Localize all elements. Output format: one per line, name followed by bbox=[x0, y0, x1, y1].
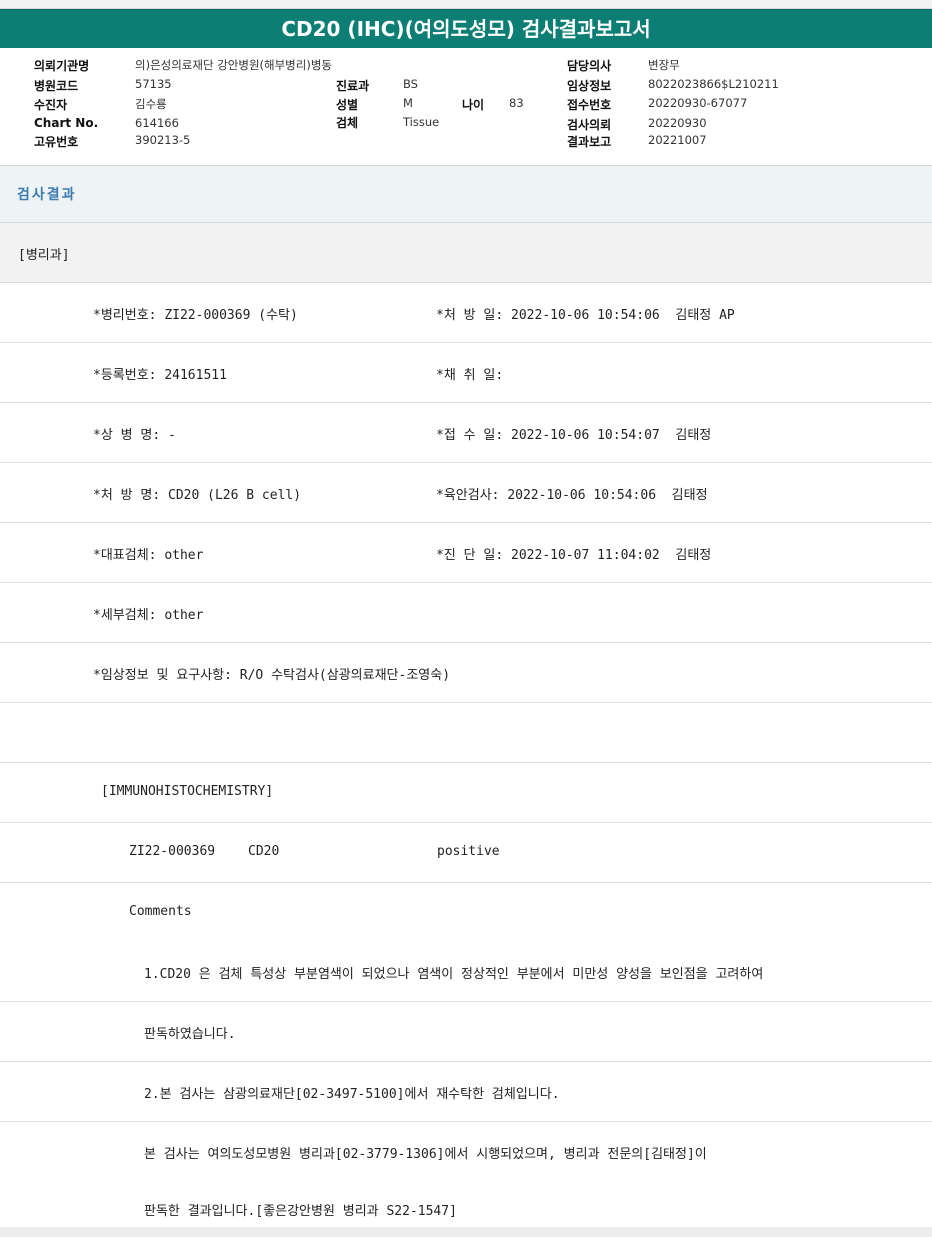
comment-line: 판독하였습니다. bbox=[0, 1002, 932, 1062]
hospital-code-value: 57135 bbox=[135, 77, 172, 91]
report-title: CD20 (IHC)(여의도성모) 검사결과보고서 bbox=[0, 9, 932, 49]
blank-row bbox=[0, 703, 932, 763]
specimen-value: Tissue bbox=[403, 115, 440, 129]
department-label: 진료과 bbox=[336, 79, 370, 93]
row-left-text: *상 병 명: - bbox=[93, 428, 176, 443]
receipt-no-value: 20220930-67077 bbox=[648, 96, 748, 110]
ihc-header-row: [IMMUNOHISTOCHEMISTRY] bbox=[0, 763, 932, 823]
comment-line: 2.본 검사는 삼광의료재단[02-3497-5100]에서 재수탁한 검체입니… bbox=[0, 1062, 932, 1122]
department-name: [병리과] bbox=[18, 248, 70, 263]
report-date-value: 20221007 bbox=[648, 133, 707, 147]
unique-no-value: 390213-5 bbox=[135, 133, 191, 147]
clinical-info-value: 8022023866$L210211 bbox=[648, 77, 779, 91]
comments-label: Comments bbox=[129, 904, 192, 919]
ihc-result: positive bbox=[437, 844, 500, 859]
patient-label: 수진자 bbox=[34, 98, 68, 112]
comment-text: 판독하였습니다. bbox=[144, 1027, 236, 1042]
comment-line: 1.CD20 은 검체 특성상 부분염색이 되었으나 염색이 정상적인 부분에서… bbox=[0, 942, 932, 1002]
result-row: *등록번호: 24161511 *채 취 일: bbox=[0, 343, 932, 403]
comment-text: 1.CD20 은 검체 특성상 부분염색이 되었으나 염색이 정상적인 부분에서… bbox=[144, 967, 764, 982]
ihc-result-row: ZI22-000369 CD20 positive bbox=[0, 823, 932, 883]
chart-no-value: 614166 bbox=[135, 116, 179, 130]
doctor-value: 변장무 bbox=[648, 58, 680, 72]
row-left-text: *임상정보 및 요구사항: R/O 수탁검사(삼광의료재단-조영숙) bbox=[93, 668, 451, 683]
comments-row: Comments bbox=[0, 883, 932, 943]
comment-line: 본 검사는 여의도성모병원 병리과[02-3779-1306]에서 시행되었으며… bbox=[0, 1122, 932, 1182]
doctor-label: 담당의사 bbox=[567, 59, 612, 73]
sex-value: M bbox=[403, 96, 413, 110]
row-left-text: *처 방 명: CD20 (L26 B cell) bbox=[93, 488, 302, 503]
result-row: *세부검체: other bbox=[0, 583, 932, 643]
comment-line: 판독한 결과입니다.[좋은강안병원 병리과 S22-1547] bbox=[0, 1181, 932, 1227]
institution-value: 의)은성의료재단 강안병원(해부병리)병동 bbox=[135, 58, 332, 72]
result-row: *대표검체: other *진 단 일: 2022-10-07 11:04:02… bbox=[0, 523, 932, 583]
row-right-text: *육안검사: 2022-10-06 10:54:06 김태정 bbox=[436, 488, 708, 503]
age-label: 나이 bbox=[462, 98, 485, 112]
row-right-text: *접 수 일: 2022-10-06 10:54:07 김태정 bbox=[436, 428, 712, 443]
report-date-label: 결과보고 bbox=[567, 135, 612, 149]
result-row: *병리번호: ZI22-000369 (수탁) *처 방 일: 2022-10-… bbox=[0, 283, 932, 343]
ihc-marker: CD20 bbox=[248, 844, 280, 859]
comment-text: 2.본 검사는 삼광의료재단[02-3497-5100]에서 재수탁한 검체입니… bbox=[144, 1087, 560, 1102]
sex-label: 성별 bbox=[336, 98, 359, 112]
result-row: *처 방 명: CD20 (L26 B cell) *육안검사: 2022-10… bbox=[0, 463, 932, 523]
comment-text: 본 검사는 여의도성모병원 병리과[02-3779-1306]에서 시행되었으며… bbox=[144, 1147, 707, 1162]
results-section-title: 검사결과 bbox=[17, 187, 77, 203]
ihc-header: [IMMUNOHISTOCHEMISTRY] bbox=[101, 784, 274, 799]
row-left-text: *세부검체: other bbox=[93, 608, 204, 623]
bottom-strip bbox=[0, 1227, 932, 1237]
department-value: BS bbox=[403, 77, 418, 91]
ihc-case-number: ZI22-000369 bbox=[129, 844, 216, 859]
age-value: 83 bbox=[509, 96, 524, 110]
unique-no-label: 고유번호 bbox=[34, 135, 79, 149]
row-right-text: *진 단 일: 2022-10-07 11:04:02 김태정 bbox=[436, 548, 712, 563]
patient-info-panel: 의뢰기관명 의)은성의료재단 강안병원(해부병리)병동 병원코드 57135 수… bbox=[0, 48, 932, 166]
hospital-code-label: 병원코드 bbox=[34, 79, 79, 93]
top-strip bbox=[0, 0, 932, 9]
row-right-text: *처 방 일: 2022-10-06 10:54:06 김태정 AP bbox=[436, 308, 735, 323]
chart-no-label: Chart No. bbox=[34, 116, 99, 130]
patient-value: 김수룡 bbox=[135, 97, 167, 111]
row-left-text: *등록번호: 24161511 bbox=[93, 368, 227, 383]
department-row: [병리과] bbox=[0, 223, 932, 283]
result-row: *임상정보 및 요구사항: R/O 수탁검사(삼광의료재단-조영숙) bbox=[0, 643, 932, 703]
result-row: *상 병 명: - *접 수 일: 2022-10-06 10:54:07 김태… bbox=[0, 403, 932, 463]
row-left-text: *병리번호: ZI22-000369 (수탁) bbox=[93, 308, 298, 323]
institution-label: 의뢰기관명 bbox=[34, 59, 90, 73]
request-date-label: 검사의뢰 bbox=[567, 118, 612, 132]
specimen-label: 검체 bbox=[336, 116, 359, 130]
results-section-header: 검사결과 bbox=[0, 166, 932, 223]
row-left-text: *대표검체: other bbox=[93, 548, 204, 563]
clinical-info-label: 임상정보 bbox=[567, 79, 612, 93]
request-date-value: 20220930 bbox=[648, 116, 707, 130]
comment-text: 판독한 결과입니다.[좋은강안병원 병리과 S22-1547] bbox=[144, 1204, 457, 1219]
row-right-text: *채 취 일: bbox=[436, 368, 504, 383]
receipt-no-label: 접수번호 bbox=[567, 98, 612, 112]
